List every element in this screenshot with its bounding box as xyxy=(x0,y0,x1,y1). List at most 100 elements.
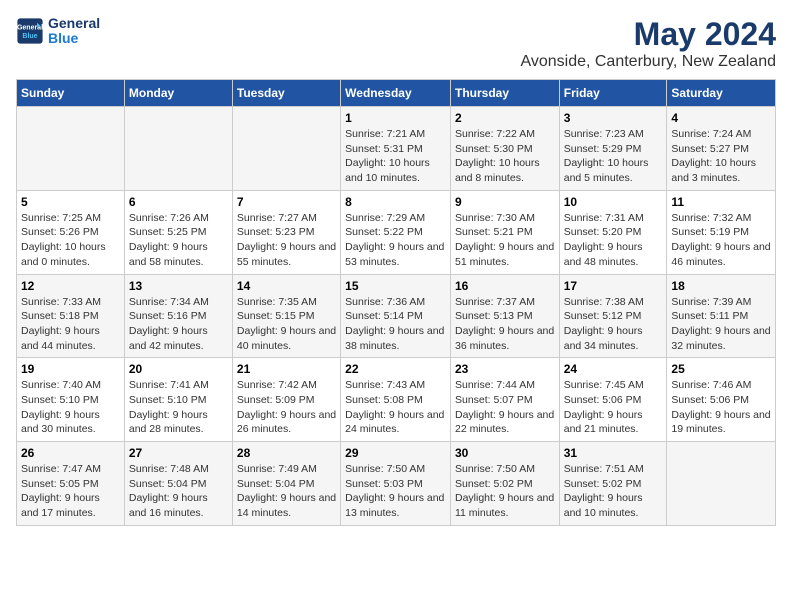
day-info: Sunrise: 7:42 AM Sunset: 5:09 PM Dayligh… xyxy=(237,378,336,437)
title-area: May 2024 Avonside, Canterbury, New Zeala… xyxy=(520,16,776,71)
calendar-cell: 6 Sunrise: 7:26 AM Sunset: 5:25 PM Daylig… xyxy=(124,190,232,274)
header-day-thursday: Thursday xyxy=(450,80,559,107)
day-info: Sunrise: 7:26 AM Sunset: 5:25 PM Dayligh… xyxy=(129,211,228,270)
calendar-cell: 26 Sunrise: 7:47 AM Sunset: 5:05 PM Dayli… xyxy=(17,442,125,526)
day-info: Sunrise: 7:50 AM Sunset: 5:02 PM Dayligh… xyxy=(455,462,555,521)
day-info: Sunrise: 7:22 AM Sunset: 5:30 PM Dayligh… xyxy=(455,127,555,186)
calendar-cell: 9Sunrise: 7:30 AM Sunset: 5:21 PM Daylig… xyxy=(450,190,559,274)
day-info: Sunrise: 7:29 AM Sunset: 5:22 PM Dayligh… xyxy=(345,211,446,270)
subtitle: Avonside, Canterbury, New Zealand xyxy=(520,53,776,71)
day-info: Sunrise: 7:21 AM Sunset: 5:31 PM Dayligh… xyxy=(345,127,446,186)
calendar-cell: 1 Sunrise: 7:21 AM Sunset: 5:31 PM Daylig… xyxy=(341,107,451,191)
day-number: 12 xyxy=(21,279,120,293)
calendar-cell: 2Sunrise: 7:22 AM Sunset: 5:30 PM Daylig… xyxy=(450,107,559,191)
day-number: 25 xyxy=(671,362,771,376)
calendar-cell: 28 Sunrise: 7:49 AM Sunset: 5:04 PM Dayli… xyxy=(232,442,340,526)
calendar-cell: 29 Sunrise: 7:50 AM Sunset: 5:03 PM Dayli… xyxy=(341,442,451,526)
day-number: 27 xyxy=(129,446,228,460)
header: General Blue General Blue May 2024 Avons… xyxy=(16,16,776,71)
calendar-cell: 22 Sunrise: 7:43 AM Sunset: 5:08 PM Dayli… xyxy=(341,358,451,442)
day-info: Sunrise: 7:34 AM Sunset: 5:16 PM Dayligh… xyxy=(129,295,228,354)
day-info: Sunrise: 7:32 AM Sunset: 5:19 PM Dayligh… xyxy=(671,211,771,270)
calendar-cell: 16 Sunrise: 7:37 AM Sunset: 5:13 PM Dayli… xyxy=(450,274,559,358)
day-info: Sunrise: 7:45 AM Sunset: 5:06 PM Dayligh… xyxy=(564,378,663,437)
day-info: Sunrise: 7:35 AM Sunset: 5:15 PM Dayligh… xyxy=(237,295,336,354)
day-number: 15 xyxy=(345,279,446,293)
day-info: Sunrise: 7:27 AM Sunset: 5:23 PM Dayligh… xyxy=(237,211,336,270)
week-row-4: 19 Sunrise: 7:40 AM Sunset: 5:10 PM Dayli… xyxy=(17,358,776,442)
week-row-1: 1 Sunrise: 7:21 AM Sunset: 5:31 PM Daylig… xyxy=(17,107,776,191)
calendar-cell xyxy=(667,442,776,526)
calendar-cell: 17 Sunrise: 7:38 AM Sunset: 5:12 PM Dayli… xyxy=(559,274,667,358)
header-row: SundayMondayTuesdayWednesdayThursdayFrid… xyxy=(17,80,776,107)
calendar-cell: 25 Sunrise: 7:46 AM Sunset: 5:06 PM Dayli… xyxy=(667,358,776,442)
svg-text:Blue: Blue xyxy=(22,33,37,40)
header-day-sunday: Sunday xyxy=(17,80,125,107)
day-number: 30 xyxy=(455,446,555,460)
calendar-cell: 30 Sunrise: 7:50 AM Sunset: 5:02 PM Dayli… xyxy=(450,442,559,526)
day-number: 5 xyxy=(21,195,120,209)
day-number: 8 xyxy=(345,195,446,209)
day-number: 29 xyxy=(345,446,446,460)
day-number: 31 xyxy=(564,446,663,460)
day-info: Sunrise: 7:30 AM Sunset: 5:21 PM Dayligh… xyxy=(455,211,555,270)
day-number: 1 xyxy=(345,111,446,125)
day-number: 28 xyxy=(237,446,336,460)
day-info: Sunrise: 7:44 AM Sunset: 5:07 PM Dayligh… xyxy=(455,378,555,437)
day-info: Sunrise: 7:51 AM Sunset: 5:02 PM Dayligh… xyxy=(564,462,663,521)
day-number: 6 xyxy=(129,195,228,209)
calendar-cell: 20 Sunrise: 7:41 AM Sunset: 5:10 PM Dayli… xyxy=(124,358,232,442)
day-number: 19 xyxy=(21,362,120,376)
calendar-cell: 31 Sunrise: 7:51 AM Sunset: 5:02 PM Dayli… xyxy=(559,442,667,526)
day-number: 20 xyxy=(129,362,228,376)
day-number: 17 xyxy=(564,279,663,293)
week-row-3: 12 Sunrise: 7:33 AM Sunset: 5:18 PM Dayli… xyxy=(17,274,776,358)
week-row-5: 26 Sunrise: 7:47 AM Sunset: 5:05 PM Dayli… xyxy=(17,442,776,526)
calendar-cell: 18 Sunrise: 7:39 AM Sunset: 5:11 PM Dayli… xyxy=(667,274,776,358)
calendar-cell xyxy=(17,107,125,191)
day-info: Sunrise: 7:41 AM Sunset: 5:10 PM Dayligh… xyxy=(129,378,228,437)
day-info: Sunrise: 7:37 AM Sunset: 5:13 PM Dayligh… xyxy=(455,295,555,354)
header-day-saturday: Saturday xyxy=(667,80,776,107)
calendar-cell: 12 Sunrise: 7:33 AM Sunset: 5:18 PM Dayli… xyxy=(17,274,125,358)
day-info: Sunrise: 7:31 AM Sunset: 5:20 PM Dayligh… xyxy=(564,211,663,270)
day-info: Sunrise: 7:40 AM Sunset: 5:10 PM Dayligh… xyxy=(21,378,120,437)
calendar-cell xyxy=(124,107,232,191)
calendar-header: SundayMondayTuesdayWednesdayThursdayFrid… xyxy=(17,80,776,107)
calendar-cell: 11 Sunrise: 7:32 AM Sunset: 5:19 PM Dayli… xyxy=(667,190,776,274)
day-info: Sunrise: 7:49 AM Sunset: 5:04 PM Dayligh… xyxy=(237,462,336,521)
day-number: 24 xyxy=(564,362,663,376)
day-number: 16 xyxy=(455,279,555,293)
day-number: 18 xyxy=(671,279,771,293)
day-number: 14 xyxy=(237,279,336,293)
day-number: 26 xyxy=(21,446,120,460)
day-number: 22 xyxy=(345,362,446,376)
day-number: 7 xyxy=(237,195,336,209)
logo-icon: General Blue xyxy=(16,17,44,45)
calendar-cell: 7 Sunrise: 7:27 AM Sunset: 5:23 PM Daylig… xyxy=(232,190,340,274)
day-number: 21 xyxy=(237,362,336,376)
day-number: 4 xyxy=(671,111,771,125)
calendar-cell: 14 Sunrise: 7:35 AM Sunset: 5:15 PM Dayli… xyxy=(232,274,340,358)
logo: General Blue General Blue xyxy=(16,16,100,47)
day-info: Sunrise: 7:33 AM Sunset: 5:18 PM Dayligh… xyxy=(21,295,120,354)
day-info: Sunrise: 7:50 AM Sunset: 5:03 PM Dayligh… xyxy=(345,462,446,521)
day-info: Sunrise: 7:46 AM Sunset: 5:06 PM Dayligh… xyxy=(671,378,771,437)
header-day-tuesday: Tuesday xyxy=(232,80,340,107)
calendar-cell: 4 Sunrise: 7:24 AM Sunset: 5:27 PM Daylig… xyxy=(667,107,776,191)
day-info: Sunrise: 7:38 AM Sunset: 5:12 PM Dayligh… xyxy=(564,295,663,354)
day-info: Sunrise: 7:39 AM Sunset: 5:11 PM Dayligh… xyxy=(671,295,771,354)
day-info: Sunrise: 7:24 AM Sunset: 5:27 PM Dayligh… xyxy=(671,127,771,186)
day-info: Sunrise: 7:48 AM Sunset: 5:04 PM Dayligh… xyxy=(129,462,228,521)
calendar-cell: 3Sunrise: 7:23 AM Sunset: 5:29 PM Daylig… xyxy=(559,107,667,191)
logo-text: General Blue xyxy=(48,16,100,47)
day-info: Sunrise: 7:36 AM Sunset: 5:14 PM Dayligh… xyxy=(345,295,446,354)
day-info: Sunrise: 7:47 AM Sunset: 5:05 PM Dayligh… xyxy=(21,462,120,521)
calendar-cell: 15 Sunrise: 7:36 AM Sunset: 5:14 PM Dayli… xyxy=(341,274,451,358)
calendar-cell xyxy=(232,107,340,191)
day-number: 13 xyxy=(129,279,228,293)
calendar-body: 1 Sunrise: 7:21 AM Sunset: 5:31 PM Daylig… xyxy=(17,107,776,526)
calendar-cell: 8 Sunrise: 7:29 AM Sunset: 5:22 PM Daylig… xyxy=(341,190,451,274)
day-number: 11 xyxy=(671,195,771,209)
day-info: Sunrise: 7:43 AM Sunset: 5:08 PM Dayligh… xyxy=(345,378,446,437)
